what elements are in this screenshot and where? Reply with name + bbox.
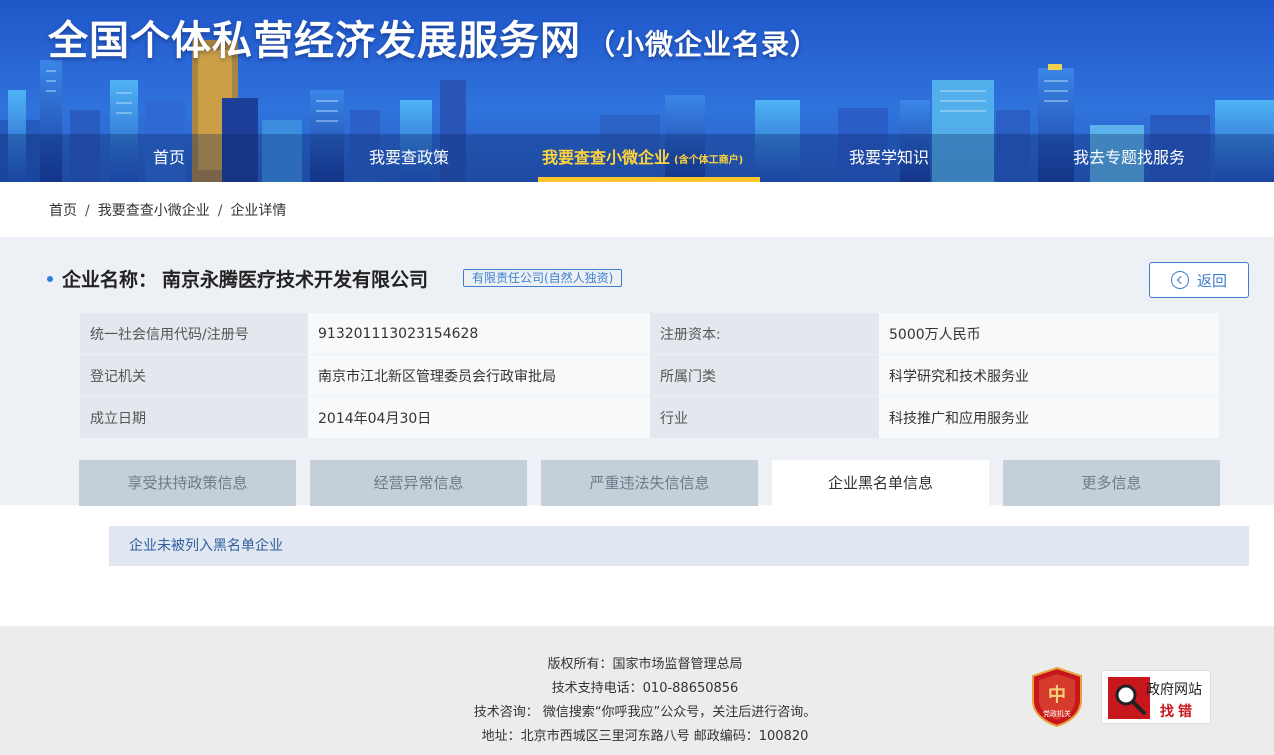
- credit-code-label: 统一社会信用代码/注册号: [80, 313, 308, 355]
- table-row: 登记机关 南京市江北新区管理委员会行政审批局 所属门类 科学研究和技术服务业: [80, 355, 1219, 397]
- tab-support-policy[interactable]: 享受扶持政策信息: [79, 460, 296, 506]
- magnifier-icon: [1108, 677, 1150, 719]
- registered-capital-label: 注册资本:: [650, 313, 879, 355]
- company-name-label: 企业名称：: [62, 269, 158, 291]
- nav-item-services[interactable]: 我去专题找服务: [1073, 134, 1185, 182]
- tab-serious-violation[interactable]: 严重违法失信信息: [541, 460, 758, 506]
- category-label: 所属门类: [650, 355, 879, 397]
- breadcrumb-home[interactable]: 首页: [49, 203, 77, 219]
- nav-item-home[interactable]: 首页: [153, 134, 185, 182]
- company-info-table: 统一社会信用代码/注册号 913201113023154628 注册资本: 50…: [80, 313, 1219, 439]
- nav-item-policy[interactable]: 我要查政策: [369, 134, 449, 182]
- company-type-badge: 有限责任公司(自然人独资): [463, 269, 623, 287]
- industry-value: 科技推广和应用服务业: [879, 397, 1219, 439]
- table-row: 成立日期 2014年04月30日 行业 科技推广和应用服务业: [80, 397, 1219, 439]
- breadcrumb-enterprise-search[interactable]: 我要查查小微企业: [98, 203, 210, 219]
- breadcrumb-separator: /: [85, 203, 90, 219]
- table-row: 统一社会信用代码/注册号 913201113023154628 注册资本: 50…: [80, 313, 1219, 355]
- bullet-dot: [47, 276, 53, 282]
- site-title: 全国个体私营经济发展服务网 （小微企业名录）: [48, 8, 819, 66]
- registration-authority-label: 登记机关: [80, 355, 308, 397]
- blacklist-status-notice: 企业未被列入黑名单企业: [109, 526, 1249, 566]
- credit-code-value: 913201113023154628: [308, 313, 650, 355]
- nav-item-knowledge[interactable]: 我要学知识: [849, 134, 929, 182]
- established-date-label: 成立日期: [80, 397, 308, 439]
- established-date-value: 2014年04月30日: [308, 397, 650, 439]
- find-error-title: 政府网站: [1146, 682, 1202, 698]
- category-value: 科学研究和技术服务业: [879, 355, 1219, 397]
- gov-site-find-error-button[interactable]: 政府网站 找错: [1101, 670, 1211, 724]
- back-button-label: 返回: [1196, 271, 1227, 290]
- back-button[interactable]: 返回: [1149, 262, 1249, 298]
- site-subtitle: （小微企业名录）: [587, 28, 820, 61]
- nav-item-enterprise-search[interactable]: 我要查查小微企业 (含个体工商户): [542, 134, 743, 182]
- gov-badge-text: 党政机关: [1043, 709, 1071, 718]
- nav-item-enterprise-search-label: 我要查查小微企业: [542, 148, 671, 167]
- party-gov-agency-badge-icon[interactable]: 中 党政机关: [1031, 666, 1083, 728]
- tab-abnormal-operation[interactable]: 经营异常信息: [310, 460, 527, 506]
- registered-capital-value: 5000万人民币: [879, 313, 1219, 355]
- back-arrow-icon: [1170, 271, 1189, 289]
- breadcrumb: 首页 / 我要查查小微企业 / 企业详情: [49, 200, 286, 220]
- industry-label: 行业: [650, 397, 879, 439]
- registration-authority-value: 南京市江北新区管理委员会行政审批局: [308, 355, 650, 397]
- breadcrumb-current: 企业详情: [230, 203, 287, 219]
- tab-more-info[interactable]: 更多信息: [1003, 460, 1220, 506]
- nav-item-enterprise-search-sub: (含个体工商户): [674, 155, 744, 166]
- site-header: 全国个体私营经济发展服务网 （小微企业名录） 首页 我要查政策 我要查查小微企业(…: [0, 0, 1274, 182]
- find-error-sub: 找错: [1160, 704, 1196, 720]
- company-name: 南京永腾医疗技术开发有限公司: [162, 269, 429, 291]
- breadcrumb-separator: /: [217, 203, 223, 219]
- nav-active-indicator: [538, 177, 760, 182]
- site-title-text: 全国个体私营经济发展服务网: [48, 18, 581, 64]
- svg-text:中: 中: [1048, 684, 1066, 706]
- main-nav: 首页 我要查政策 我要查查小微企业 (含个体工商户) 我要学知识 我去专题找服务: [0, 134, 1274, 182]
- tab-blacklist[interactable]: 企业黑名单信息: [772, 460, 989, 506]
